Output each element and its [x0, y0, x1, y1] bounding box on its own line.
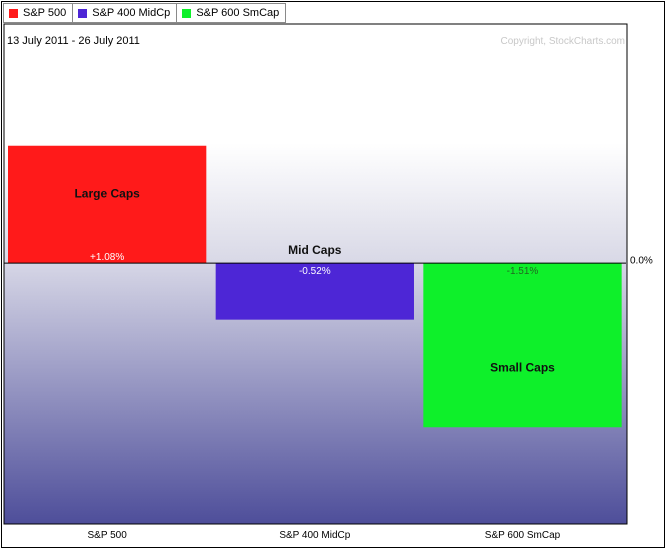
date-range: 13 July 2011 - 26 July 2011 [7, 35, 140, 47]
bar-caption: Small Caps [490, 360, 555, 374]
bar-caption: Large Caps [74, 186, 140, 200]
bar-caption: Mid Caps [288, 243, 342, 257]
perf-chart: +1.08% Large Caps -0.52% Mid Caps -1.51% Smal… [3, 23, 653, 541]
bar-3 [423, 263, 622, 428]
copyright: Copyright, StockCharts.com [501, 36, 626, 47]
x-tick-label: S&P 500 [88, 530, 128, 541]
bar-1 [8, 145, 207, 264]
x-tick-label: S&P 400 MidCp [279, 530, 350, 541]
x-tick-label: S&P 600 SmCap [485, 530, 561, 541]
zero-label: 0.0% [630, 256, 653, 267]
value-label: +1.08% [90, 252, 124, 263]
value-label: -0.52% [299, 266, 331, 277]
value-label: -1.51% [507, 266, 539, 277]
